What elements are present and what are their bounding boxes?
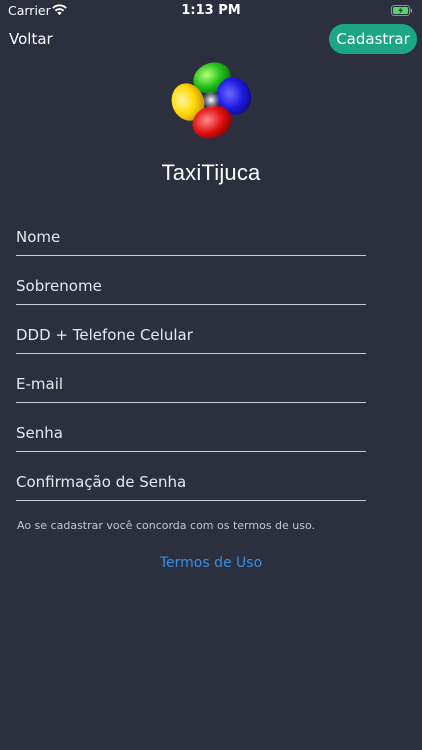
phone-input[interactable] xyxy=(16,319,366,351)
battery-charging-icon xyxy=(391,5,413,16)
password-confirmation-input[interactable] xyxy=(16,466,366,498)
password-field[interactable] xyxy=(16,417,366,452)
terms-of-use-link[interactable]: Termos de Uso xyxy=(0,555,422,571)
app-title: TaxiTijuca xyxy=(161,160,261,185)
email-field[interactable] xyxy=(16,368,366,403)
first-name-input[interactable] xyxy=(16,221,366,253)
register-screen: Carrier 1:13 PM Voltar Cadastrar TaxiTij… xyxy=(0,0,422,750)
last-name-field[interactable] xyxy=(16,270,366,305)
first-name-field[interactable] xyxy=(16,221,366,256)
back-button[interactable]: Voltar xyxy=(9,30,53,48)
status-time: 1:13 PM xyxy=(181,3,241,18)
terms-agreement-note: Ao se cadastrar você concorda com os ter… xyxy=(17,519,316,532)
password-confirmation-field[interactable] xyxy=(16,466,366,501)
taxitijuca-logo xyxy=(171,62,252,139)
password-input[interactable] xyxy=(16,417,366,449)
last-name-input[interactable] xyxy=(16,270,366,302)
register-button[interactable]: Cadastrar xyxy=(329,24,417,54)
status-bar: Carrier 1:13 PM xyxy=(0,0,422,22)
email-input[interactable] xyxy=(16,368,366,400)
phone-field[interactable] xyxy=(16,319,366,354)
